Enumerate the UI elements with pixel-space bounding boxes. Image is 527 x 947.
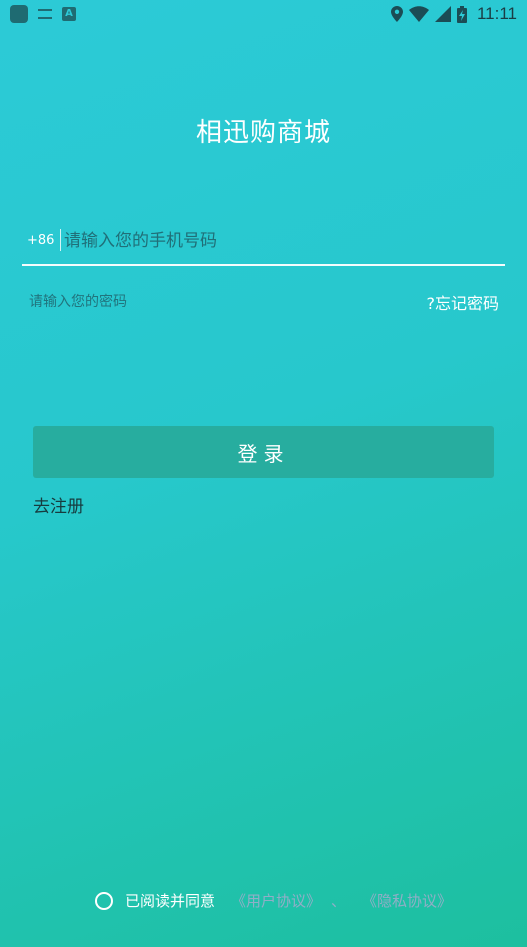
location-icon xyxy=(390,6,403,22)
password-row: ?忘记密码 xyxy=(22,288,505,316)
privacy-policy-link[interactable]: 《隐私协议》 xyxy=(362,890,452,911)
login-button[interactable]: 登录 xyxy=(33,426,494,478)
text-cursor xyxy=(60,229,61,251)
agreement-text: 已阅读并同意 xyxy=(125,892,216,910)
phone-row: +86 xyxy=(22,224,505,266)
user-agreement-link[interactable]: 《用户协议》 xyxy=(231,890,321,911)
status-bar: A 11:11 xyxy=(0,0,527,28)
register-link[interactable]: 去注册 xyxy=(33,492,84,517)
password-input[interactable] xyxy=(27,288,331,316)
battery-icon xyxy=(456,5,467,23)
signal-icon xyxy=(434,6,451,22)
agree-checkbox[interactable] xyxy=(95,891,113,910)
status-left: A xyxy=(10,5,76,23)
wifi-icon xyxy=(408,6,429,22)
country-code[interactable]: +86 xyxy=(27,233,54,248)
page-title: 相迅购商城 xyxy=(195,118,331,148)
notification-icon xyxy=(38,9,52,19)
forgot-password-link[interactable]: ?忘记密码 xyxy=(427,290,500,314)
a-icon: A xyxy=(62,7,76,21)
phone-input[interactable] xyxy=(62,224,496,258)
status-right: 11:11 xyxy=(390,4,517,24)
status-time: 11:11 xyxy=(476,4,517,23)
agreement-separator: 、 xyxy=(331,892,347,910)
app-icon xyxy=(10,5,28,23)
agreement-row: 已阅读并同意 《用户协议》 、 《隐私协议》 xyxy=(95,890,452,911)
